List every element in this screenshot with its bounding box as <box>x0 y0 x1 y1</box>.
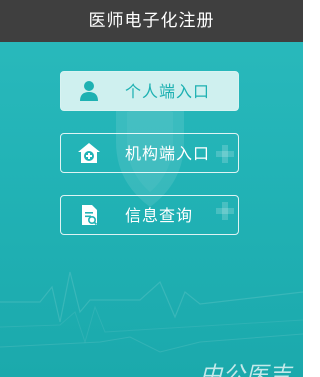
document-search-icon <box>82 205 98 226</box>
heartbeat-line-decoration <box>0 271 303 323</box>
window-title: 医师电子化注册 <box>0 0 303 42</box>
institution-entry-label: 机构端入口 <box>125 144 211 163</box>
personal-entry-label: 个人端入口 <box>125 82 211 101</box>
info-query-label: 信息查询 <box>125 206 194 225</box>
institution-entry-button[interactable]: 机构端入口 <box>60 133 239 173</box>
person-icon <box>80 81 98 101</box>
hospital-house-icon <box>78 143 100 163</box>
app-window: 医师电子化注册 个人端入口 机构端入口 信息查询 中公医吉 <box>0 0 303 377</box>
personal-entry-button[interactable]: 个人端入口 <box>60 71 239 111</box>
watermark-text: 中公医吉 <box>200 363 293 377</box>
info-query-button[interactable]: 信息查询 <box>60 195 239 235</box>
